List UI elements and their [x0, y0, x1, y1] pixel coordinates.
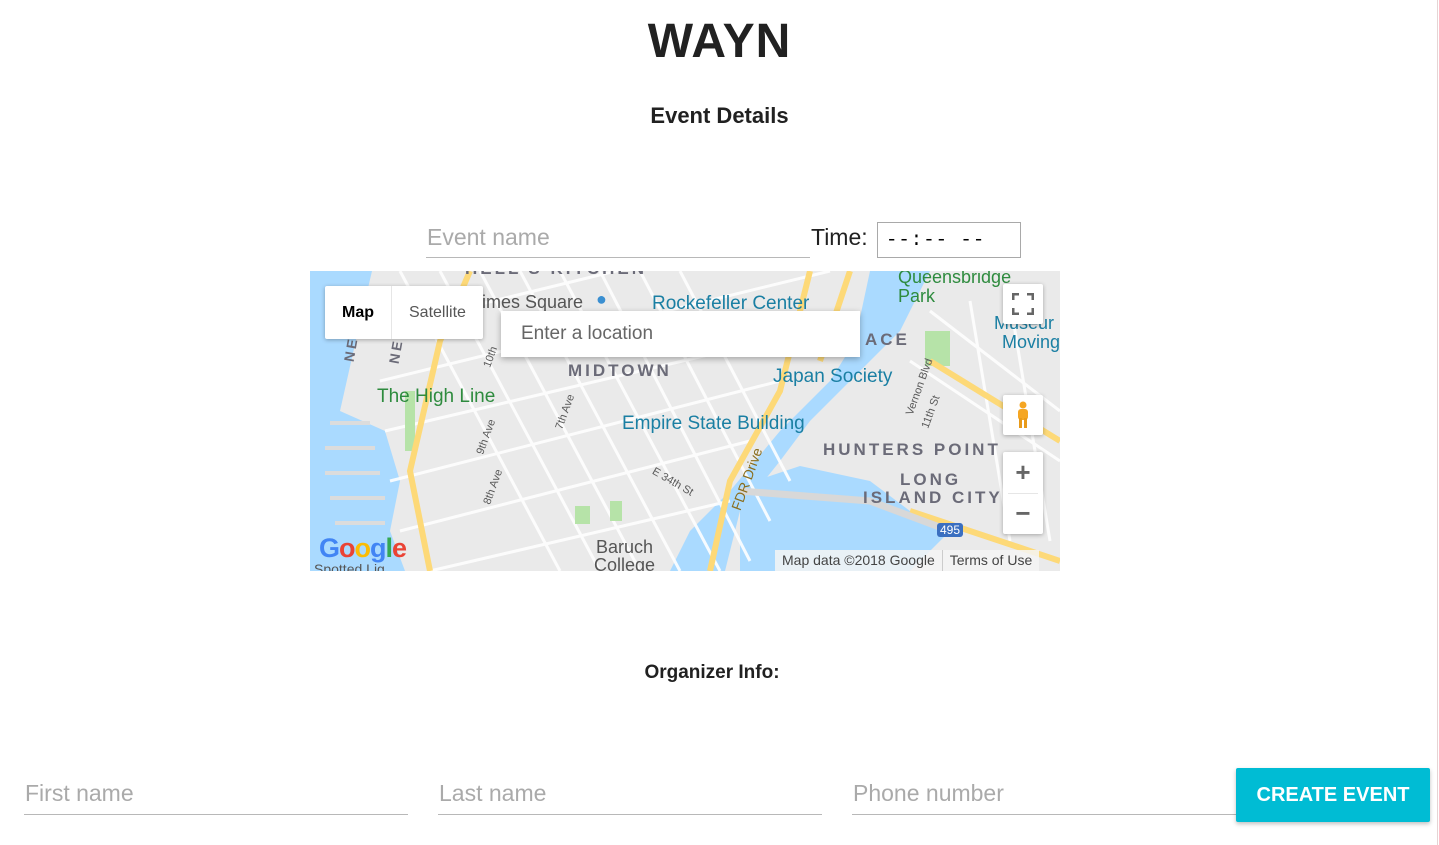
map-pin-icon: ●: [596, 289, 607, 309]
phone-number-input[interactable]: [852, 773, 1236, 815]
plus-icon: +: [1015, 456, 1031, 487]
google-logo[interactable]: Google: [319, 533, 407, 564]
create-event-button[interactable]: CREATE EVENT: [1236, 768, 1430, 822]
map-label-japan-society: Japan Society: [773, 366, 893, 387]
location-search-input[interactable]: [501, 311, 860, 357]
map-data-credit: Map data ©2018 Google: [782, 552, 935, 568]
zoom-out-button[interactable]: −: [1003, 493, 1043, 534]
map-label-hunters-point: HUNTERS POINT: [823, 440, 1001, 459]
map-label-college: College: [594, 555, 656, 571]
map-label-times-square: imes Square: [482, 292, 584, 312]
app-title: WAYN: [647, 15, 792, 68]
map-label-midtown: MIDTOWN: [568, 361, 672, 380]
map-label-long: LONG: [900, 470, 962, 489]
map-label-hells-kitchen: HELL'S KITCHEN: [465, 271, 647, 279]
map-type-map-button[interactable]: Map: [325, 286, 391, 339]
map-label-park: Park: [898, 286, 936, 306]
map-label-island-city: ISLAND CITY: [863, 488, 1003, 507]
last-name-input[interactable]: [438, 773, 822, 815]
zoom-control: + −: [1003, 452, 1043, 534]
terms-of-use-link[interactable]: Terms of Use: [941, 550, 1039, 571]
first-name-input[interactable]: [24, 773, 408, 815]
minus-icon: −: [1015, 498, 1031, 529]
time-input[interactable]: --:-- --: [877, 222, 1021, 258]
map-label-moving: Moving: [1002, 332, 1060, 352]
organizer-info-heading: Organizer Info:: [644, 662, 780, 683]
zoom-in-button[interactable]: +: [1003, 452, 1043, 493]
map-type-satellite-button[interactable]: Satellite: [391, 286, 483, 339]
event-details-heading: Event Details: [650, 103, 789, 128]
fullscreen-icon: [1012, 293, 1034, 315]
pegman-icon: [1018, 401, 1028, 428]
time-label: Time:: [811, 224, 868, 250]
map-label-place: ACE: [865, 330, 910, 349]
fullscreen-button[interactable]: [1003, 284, 1043, 324]
event-name-input[interactable]: [426, 218, 810, 258]
map-type-control: Map Satellite: [325, 286, 483, 339]
map-label-high-line: The High Line: [377, 386, 496, 407]
interstate-495-shield: 495: [937, 523, 964, 537]
map-label-empire-state: Empire State Building: [622, 413, 805, 434]
location-map[interactable]: HELL'S KITCHEN imes Square ● Rockefeller…: [310, 271, 1060, 571]
map-attribution: Map data ©2018 Google Terms of Use: [775, 550, 1040, 571]
street-view-pegman[interactable]: [1003, 395, 1043, 435]
